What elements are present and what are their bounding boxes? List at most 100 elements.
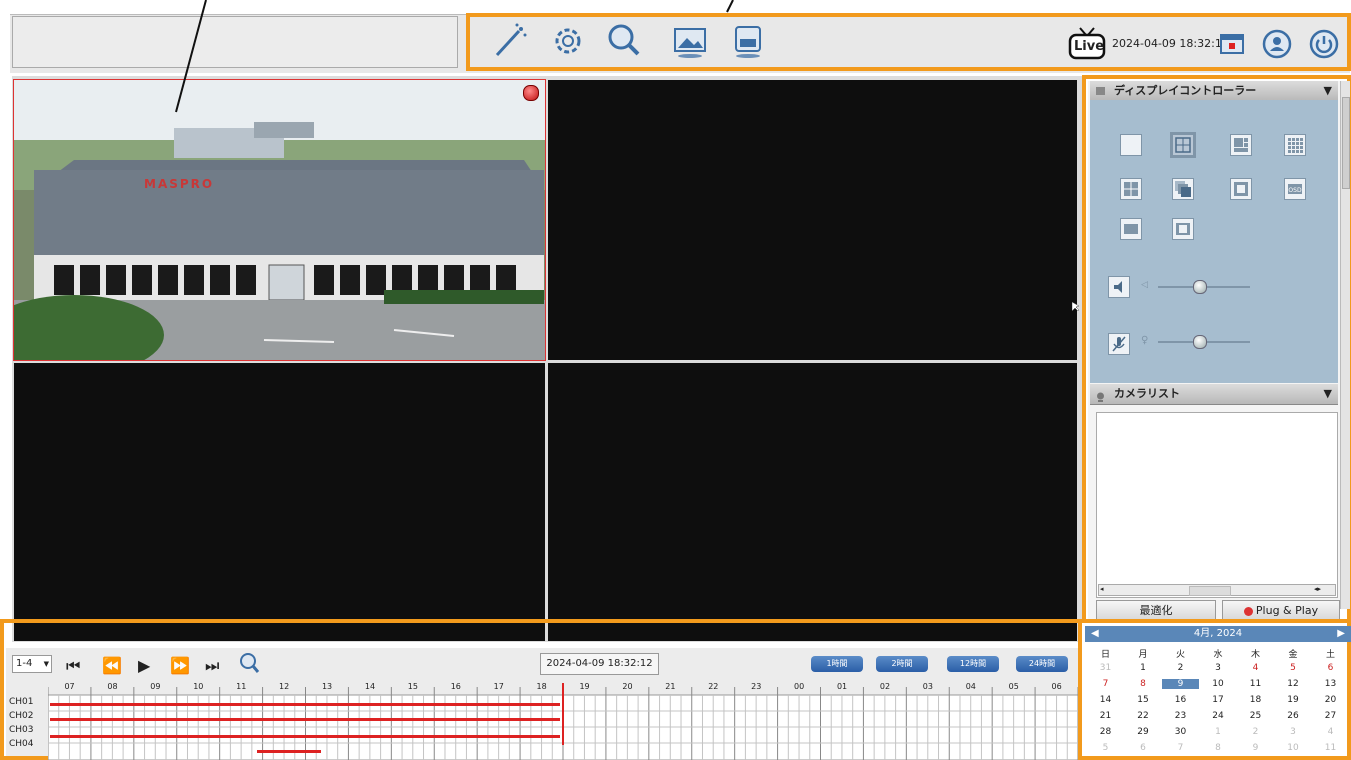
- hour-label: 10: [193, 682, 204, 691]
- hscroll-thumb[interactable]: [1189, 586, 1231, 596]
- playback-cursor[interactable]: [562, 683, 564, 745]
- prev-month-icon[interactable]: ◀: [1091, 626, 1099, 642]
- calendar-day[interactable]: 3: [1275, 727, 1312, 737]
- power-icon[interactable]: [1309, 29, 1339, 59]
- recording-bar-ch04[interactable]: [257, 750, 321, 753]
- mic-slider-handle[interactable]: [1193, 335, 1208, 349]
- rewind-icon[interactable]: ⏪: [102, 656, 122, 675]
- hour-label: 07: [64, 682, 75, 691]
- calendar-day[interactable]: 10: [1200, 679, 1237, 689]
- layout-2x2-icon[interactable]: [1170, 132, 1196, 158]
- calendar-day[interactable]: 14: [1087, 695, 1124, 705]
- calendar-day[interactable]: 13: [1312, 679, 1349, 689]
- calendar-day[interactable]: 1: [1125, 663, 1162, 673]
- vscroll-thumb[interactable]: [1342, 97, 1350, 189]
- calendar-day[interactable]: 19: [1275, 695, 1312, 705]
- live-tv-icon[interactable]: Live: [1068, 26, 1106, 60]
- calendar-day[interactable]: 28: [1087, 727, 1124, 737]
- fast-forward-icon[interactable]: ⏩: [170, 656, 190, 675]
- volume-slider-handle[interactable]: [1193, 280, 1208, 294]
- hour-label: 03: [922, 682, 933, 691]
- calendar-day[interactable]: 25: [1237, 711, 1274, 721]
- calendar-day[interactable]: 20: [1312, 695, 1349, 705]
- timeline-search-icon[interactable]: [238, 652, 260, 674]
- hour-label: 06: [1051, 682, 1062, 691]
- range-12h-button[interactable]: 12時間: [947, 656, 999, 672]
- calendar-icon[interactable]: [1219, 31, 1245, 55]
- calendar-day[interactable]: 31: [1087, 663, 1124, 673]
- calendar-day[interactable]: 9: [1237, 743, 1274, 753]
- microphone-mute-icon[interactable]: [1108, 333, 1130, 355]
- layout-1x1-icon[interactable]: [1120, 134, 1142, 156]
- timeline-date[interactable]: 2024-04-09 18:32:12: [540, 653, 659, 675]
- hour-label: 23: [751, 682, 762, 691]
- calendar-day[interactable]: 11: [1312, 743, 1349, 753]
- calendar-day[interactable]: 5: [1087, 743, 1124, 753]
- range-24h-button[interactable]: 24時間: [1016, 656, 1068, 672]
- calendar-day[interactable]: 16: [1162, 695, 1199, 705]
- calendar-day[interactable]: 8: [1125, 679, 1162, 689]
- calendar-day[interactable]: 7: [1087, 679, 1124, 689]
- calendar-day[interactable]: 23: [1162, 711, 1199, 721]
- calendar-day[interactable]: 29: [1125, 727, 1162, 737]
- layout-1plus5-icon[interactable]: [1230, 134, 1252, 156]
- hour-label: 08: [107, 682, 118, 691]
- calendar-day[interactable]: 5: [1275, 663, 1312, 673]
- calendar-day[interactable]: 27: [1312, 711, 1349, 721]
- calendar-day[interactable]: 1: [1200, 727, 1237, 737]
- calendar-day[interactable]: 9: [1162, 679, 1199, 689]
- user-icon[interactable]: [1262, 29, 1292, 59]
- film-strip-icon[interactable]: [1172, 218, 1194, 240]
- calendar-day[interactable]: 6: [1312, 663, 1349, 673]
- calendar-day[interactable]: 15: [1125, 695, 1162, 705]
- skip-to-end-icon[interactable]: ⏭: [205, 656, 219, 676]
- calendar-day[interactable]: 26: [1275, 711, 1312, 721]
- osd-icon[interactable]: OSD: [1284, 178, 1306, 200]
- calendar-day[interactable]: 18: [1237, 695, 1274, 705]
- next-month-icon[interactable]: ▶: [1337, 626, 1345, 642]
- image-adjust-icon[interactable]: [1120, 218, 1142, 240]
- calendar-day[interactable]: 2: [1162, 663, 1199, 673]
- skip-to-start-icon[interactable]: ⏮: [66, 656, 80, 676]
- calendar-day[interactable]: 8: [1200, 743, 1237, 753]
- play-icon[interactable]: ▶: [138, 656, 150, 675]
- calendar-day[interactable]: 12: [1275, 679, 1312, 689]
- layout-4x4-icon[interactable]: [1284, 134, 1306, 156]
- calendar-day[interactable]: 11: [1237, 679, 1274, 689]
- speaker-icon[interactable]: [1108, 276, 1130, 298]
- calendar-day[interactable]: 6: [1125, 743, 1162, 753]
- calendar-day[interactable]: 4: [1237, 663, 1274, 673]
- calendar-day[interactable]: 24: [1200, 711, 1237, 721]
- video-pane-3[interactable]: [14, 363, 545, 641]
- display-controller-title: ディスプレイコントローラー: [1114, 84, 1257, 97]
- layout-custom-icon[interactable]: [1120, 178, 1142, 200]
- channel-select[interactable]: 1-4 ▼: [12, 655, 52, 673]
- calendar-day[interactable]: 2: [1237, 727, 1274, 737]
- camera-list-hscrollbar[interactable]: ◂ ◂▸: [1098, 584, 1336, 596]
- video-pane-4[interactable]: [548, 363, 1077, 641]
- calendar-day[interactable]: 30: [1162, 727, 1199, 737]
- video-pane-1[interactable]: MASPRO: [0, 79, 546, 375]
- fullscreen-icon[interactable]: [1230, 178, 1252, 200]
- calendar-day[interactable]: 3: [1200, 663, 1237, 673]
- calendar-day[interactable]: 22: [1125, 711, 1162, 721]
- sequence-icon[interactable]: [1172, 178, 1194, 200]
- display-controller-header[interactable]: ディスプレイコントローラー ▼: [1090, 81, 1338, 102]
- grid-icon: [1096, 87, 1105, 95]
- collapse-caret-icon[interactable]: ▼: [1324, 384, 1332, 404]
- camera-list[interactable]: [1096, 412, 1338, 598]
- calendar-day[interactable]: 10: [1275, 743, 1312, 753]
- right-panel-vscrollbar[interactable]: [1340, 81, 1350, 609]
- recording-bar-ch01[interactable]: [50, 703, 560, 706]
- video-pane-2[interactable]: [548, 80, 1077, 360]
- calendar-day[interactable]: 4: [1312, 727, 1349, 737]
- range-2h-button[interactable]: 2時間: [876, 656, 928, 672]
- collapse-caret-icon[interactable]: ▼: [1324, 81, 1332, 101]
- calendar-day[interactable]: 7: [1162, 743, 1199, 753]
- range-1h-button[interactable]: 1時間: [811, 656, 863, 672]
- recording-bar-ch02[interactable]: [50, 718, 560, 721]
- calendar-day[interactable]: 17: [1200, 695, 1237, 705]
- calendar-day[interactable]: 21: [1087, 711, 1124, 721]
- camera-list-header[interactable]: カメラリスト ▼: [1090, 384, 1338, 405]
- recording-bar-ch03[interactable]: [50, 735, 560, 738]
